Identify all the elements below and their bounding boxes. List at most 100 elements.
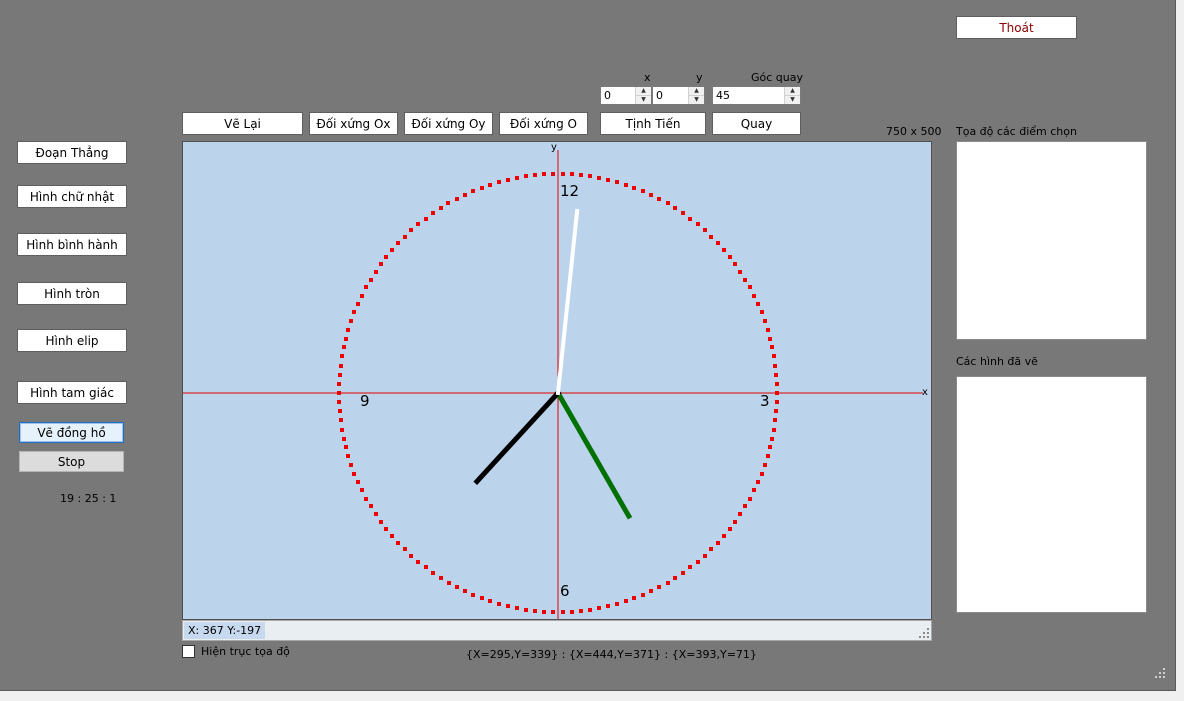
drawing-canvas-container: x y 12 3 6 9 X: 367 Y:-197 [182,141,932,641]
drawn-shapes-list[interactable] [956,376,1147,613]
canvas-statusbar: X: 367 Y:-197 [182,620,932,641]
rectangle-button[interactable]: Hình chữ nhật [17,185,127,208]
triangle-button[interactable]: Hình tam giác [17,381,127,404]
clock-hands [473,208,633,520]
x-input[interactable] [602,88,636,103]
dial-dot [756,302,760,306]
dial-dot [506,604,510,608]
angle-down-arrow-icon[interactable]: ▼ [785,95,800,104]
canvas-size-label: 750 x 500 [886,125,942,138]
dial-dot [374,270,378,274]
dial-dot [515,176,519,180]
dial-dot [431,571,435,575]
y-up-arrow-icon[interactable]: ▲ [689,87,704,95]
dial-dot [471,593,475,597]
dial-dot [696,222,700,226]
resize-grip-icon[interactable] [919,628,929,638]
x-up-arrow-icon[interactable]: ▲ [636,87,651,95]
mirror-oy-button[interactable]: Đối xứng Oy [404,112,493,135]
dial-dot [409,554,413,558]
dial-dot [416,560,420,564]
stop-button[interactable]: Stop [19,451,124,472]
y-input[interactable] [654,88,689,103]
mirror-ox-button[interactable]: Đối xứng Ox [309,112,398,135]
x-axis-label: x [922,387,928,398]
x-stepper[interactable]: ▲▼ [600,86,652,105]
draw-clock-button[interactable]: Vẽ đồng hồ [19,422,124,443]
dial-dot [497,180,501,184]
cursor-coordinates: X: 367 Y:-197 [184,622,266,639]
dial-dot [480,596,484,600]
dial-dot [346,328,350,332]
dial-dot [696,560,700,564]
dial-dot [340,428,344,432]
dial-dot [455,197,459,201]
dial-dot [533,609,537,613]
mirror-o-button[interactable]: Đối xứng O [499,112,588,135]
dial-dot [748,285,752,289]
line-button[interactable]: Đoạn Thẳng [17,141,127,164]
dial-dot [424,565,428,569]
angle-stepper[interactable]: ▲▼ [712,86,801,105]
dial-dot [524,608,528,612]
show-axes-checkbox[interactable] [182,645,195,658]
angle-up-arrow-icon[interactable]: ▲ [785,87,800,95]
dial-dot [446,201,450,205]
dial-dot [597,176,601,180]
dial-dot [763,463,767,467]
dial-dot [768,337,772,341]
dial-dot [606,604,610,608]
dial-dot [384,527,388,531]
dial-dot [352,310,356,314]
dial-dot [738,270,742,274]
dial-dot [752,488,756,492]
clock-number-3: 3 [760,392,770,410]
dial-dot [403,547,407,551]
y-stepper[interactable]: ▲▼ [652,86,705,105]
ellipse-button[interactable]: Hình elip [17,329,127,352]
exit-button[interactable]: Thoát [956,16,1077,39]
selected-points-list[interactable] [956,141,1147,340]
dial-dot [688,217,692,221]
x-down-arrow-icon[interactable]: ▼ [636,95,651,104]
dial-dot [344,445,348,449]
drawing-canvas[interactable]: x y 12 3 6 9 [182,141,932,620]
dial-dot [524,174,528,178]
y-down-arrow-icon[interactable]: ▼ [689,95,704,104]
dial-dot [463,589,467,593]
dial-dot [337,391,341,395]
dial-dot [551,172,555,176]
redraw-button[interactable]: Vẽ Lại [182,112,303,135]
dial-dot [632,186,636,190]
angle-input[interactable] [714,88,785,103]
dial-dot [673,576,677,580]
dial-dot [346,454,350,458]
dial-dot [396,541,400,545]
dial-dot [597,606,601,610]
dial-dot [356,480,360,484]
dial-dot [733,262,737,266]
dial-dot [561,172,565,176]
dial-dot [455,585,459,589]
dial-dot [722,534,726,538]
dial-dot [709,235,713,239]
y-label: y [696,71,703,84]
dial-dot [542,610,546,614]
parallelogram-button[interactable]: Hình bình hành [17,233,127,256]
circle-button[interactable]: Hình tròn [17,282,127,305]
dial-dot [703,554,707,558]
form-resize-grip-icon[interactable] [1155,668,1165,678]
translate-button[interactable]: Tịnh Tiến [600,112,706,135]
dial-dot [775,382,779,386]
dial-dot [416,222,420,226]
dial-dot [424,217,428,221]
dial-dot [349,463,353,467]
rotate-button[interactable]: Quay [712,112,801,135]
dial-dot [657,585,661,589]
dial-dot [716,541,720,545]
dial-dot [773,364,777,368]
dial-dot [657,197,661,201]
dial-dot [337,400,341,404]
clock-time-label: 19 : 25 : 1 [60,492,117,505]
dial-dot [480,186,484,190]
